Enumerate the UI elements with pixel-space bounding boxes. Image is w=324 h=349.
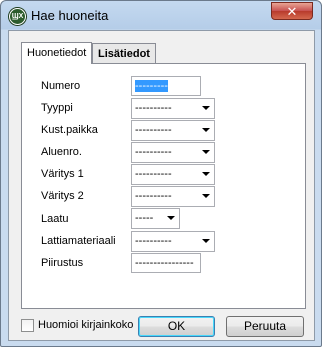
varitys1-label: Väritys 1 bbox=[41, 168, 84, 180]
cancel-button[interactable]: Peruuta bbox=[226, 316, 304, 337]
close-button[interactable]: ✕ bbox=[271, 2, 313, 20]
kustpaikka-value: ---------- bbox=[135, 124, 172, 136]
piirustus-input[interactable]: ---------------- bbox=[131, 253, 201, 273]
piirustus-label: Piirustus bbox=[41, 257, 84, 269]
ok-button[interactable]: OK bbox=[138, 316, 215, 337]
aluenro-select[interactable]: ---------- bbox=[131, 142, 215, 163]
tyyppi-select[interactable]: ---------- bbox=[131, 98, 215, 119]
case-sensitive-checkbox[interactable] bbox=[21, 319, 34, 332]
laatu-value: ----- bbox=[135, 212, 154, 224]
window-title: Hae huoneita bbox=[31, 8, 109, 23]
varitys1-select[interactable]: ---------- bbox=[131, 164, 215, 185]
kustpaikka-select[interactable]: ---------- bbox=[131, 120, 215, 141]
chevron-down-icon bbox=[167, 216, 175, 220]
varitys2-select[interactable]: ---------- bbox=[131, 186, 215, 207]
lattiamateriaali-label: Lattiamateriaali bbox=[41, 235, 116, 247]
laatu-label: Laatu bbox=[41, 213, 69, 225]
piirustus-value: ---------------- bbox=[135, 257, 194, 269]
aluenro-label: Aluenro. bbox=[41, 146, 82, 158]
varitys2-label: Väritys 2 bbox=[41, 190, 84, 202]
numero-label: Numero bbox=[41, 80, 81, 92]
tyyppi-value: ---------- bbox=[135, 102, 172, 114]
lattiamateriaali-select[interactable]: ---------- bbox=[131, 231, 215, 252]
lattiamateriaali-value: ---------- bbox=[135, 235, 172, 247]
varitys1-value: ---------- bbox=[135, 168, 172, 180]
tab-huonetiedot[interactable]: Huonetiedot bbox=[21, 42, 93, 64]
numero-input[interactable]: --------- bbox=[131, 76, 201, 96]
laatu-select[interactable]: ----- bbox=[131, 208, 180, 229]
tab-panel-huonetiedot: Numero --------- Tyyppi ---------- Kust.… bbox=[21, 63, 306, 309]
dialog-window: ϢX Hae huoneita ✕ Huonetiedot Lisätiedot… bbox=[0, 0, 322, 347]
app-icon: ϢX bbox=[9, 8, 26, 25]
chevron-down-icon bbox=[202, 239, 210, 243]
chevron-down-icon bbox=[202, 150, 210, 154]
chevron-down-icon bbox=[202, 172, 210, 176]
title-bar[interactable]: ϢX Hae huoneita ✕ bbox=[1, 1, 321, 29]
chevron-down-icon bbox=[202, 194, 210, 198]
varitys2-value: ---------- bbox=[135, 190, 172, 202]
numero-value: --------- bbox=[135, 80, 168, 92]
aluenro-value: ---------- bbox=[135, 146, 172, 158]
chevron-down-icon bbox=[202, 106, 210, 110]
case-sensitive-label: Huomioi kirjainkoko bbox=[38, 319, 134, 331]
chevron-down-icon bbox=[202, 128, 210, 132]
dialog-client-area: Huonetiedot Lisätiedot Numero --------- … bbox=[8, 30, 315, 341]
kustpaikka-label: Kust.paikka bbox=[41, 124, 98, 136]
tyyppi-label: Tyyppi bbox=[41, 102, 73, 114]
tab-lisatiedot[interactable]: Lisätiedot bbox=[92, 43, 156, 63]
